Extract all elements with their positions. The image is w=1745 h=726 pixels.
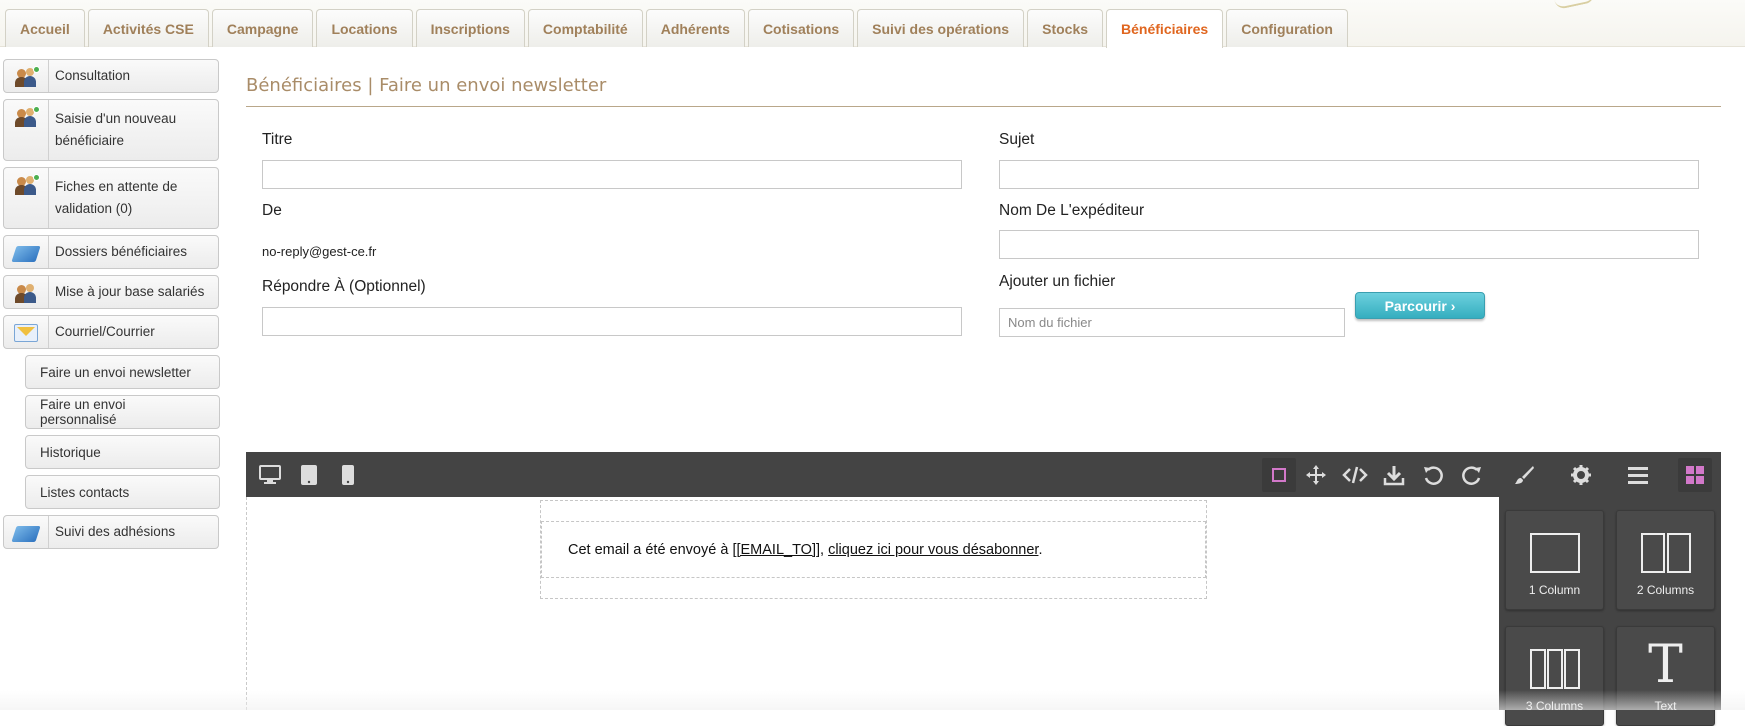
tab-suivi-operations[interactable]: Suivi des opérations: [857, 9, 1025, 47]
block-label: 2 Columns: [1636, 583, 1695, 597]
editor-toolbar: [246, 452, 1721, 497]
text-block-icon: T: [1648, 635, 1683, 695]
main-tabs: Accueil Activités CSE Campagne Locations…: [5, 9, 1351, 48]
header-flourish-decoration: [1554, 0, 1596, 11]
block-2-columns[interactable]: 2 Columns: [1616, 510, 1715, 610]
two-columns-icon: [1641, 533, 1691, 573]
outline-icon[interactable]: [1262, 458, 1296, 492]
mobile-icon[interactable]: [334, 461, 362, 489]
tab-locations[interactable]: Locations: [316, 9, 413, 47]
parcourir-button[interactable]: Parcourir ›: [1355, 292, 1485, 319]
sidebar-item-label: Consultation: [55, 68, 131, 83]
de-value: no-reply@gest-ce.fr: [262, 244, 377, 259]
sidebar-item-courriel[interactable]: Courriel/Courrier: [3, 315, 219, 349]
tab-beneficiaires[interactable]: Bénéficiaires: [1106, 9, 1224, 48]
undo-icon[interactable]: [1419, 461, 1447, 489]
block-label: Text: [1654, 699, 1677, 713]
three-columns-icon: [1530, 649, 1580, 689]
people-icon: [4, 100, 49, 160]
page-title: Bénéficiaires | Faire un envoi newslette…: [246, 75, 607, 96]
sidebar-item-label: Dossiers bénéficiaires: [55, 244, 188, 259]
people-icon: [4, 168, 49, 228]
people-icon: [4, 276, 49, 308]
tab-accueil[interactable]: Accueil: [5, 9, 85, 47]
nom-expediteur-input[interactable]: [999, 230, 1699, 259]
sidebar-item-label: Saisie d'un nouveau bénéficiaire: [55, 111, 177, 148]
sidebar: Consultation Saisie d'un nouveau bénéfic…: [3, 59, 220, 555]
sidebar-subitem-historique[interactable]: Historique: [25, 435, 220, 469]
book-icon: [4, 516, 49, 548]
tab-configuration[interactable]: Configuration: [1226, 9, 1348, 47]
email-footer-section[interactable]: Cet email a été envoyé à [[EMAIL_TO]], c…: [540, 500, 1207, 599]
de-label: De: [262, 202, 282, 219]
book-icon: [4, 236, 49, 268]
email-footer-text-block[interactable]: Cet email a été envoyé à [[EMAIL_TO]], c…: [541, 521, 1206, 578]
blocks-panel: 1 Column 2 Columns 3 Columns T Text: [1499, 497, 1721, 726]
titre-label: Titre: [262, 131, 293, 148]
blocks-icon[interactable]: [1678, 458, 1712, 492]
mail-icon: [4, 316, 49, 348]
sidebar-subitem-envoi-newsletter[interactable]: Faire un envoi newsletter: [25, 355, 220, 389]
sidebar-item-label: Fiches en attente de validation (0): [55, 179, 178, 216]
nom-expediteur-label: Nom De L'expéditeur: [999, 202, 1145, 219]
sidebar-item-mise-a-jour[interactable]: Mise à jour base salariés: [3, 275, 219, 309]
ajouter-fichier-label: Ajouter un fichier: [999, 273, 1116, 290]
sidebar-item-consultation[interactable]: Consultation: [3, 59, 219, 93]
sidebar-item-suivi-adhesions[interactable]: Suivi des adhésions: [3, 515, 219, 549]
tab-campagne[interactable]: Campagne: [211, 9, 314, 47]
brush-icon[interactable]: [1510, 461, 1538, 489]
sidebar-item-label: Suivi des adhésions: [55, 524, 176, 539]
tab-cotisations[interactable]: Cotisations: [747, 9, 855, 47]
sidebar-item-dossiers[interactable]: Dossiers bénéficiaires: [3, 235, 219, 269]
sidebar-item-fiches-attente[interactable]: Fiches en attente de validation (0): [3, 167, 219, 229]
move-icon[interactable]: [1302, 461, 1330, 489]
repondre-input[interactable]: [262, 307, 962, 336]
people-icon: [4, 60, 49, 92]
desktop-icon[interactable]: [256, 461, 284, 489]
title-divider: [246, 106, 1721, 107]
block-label: 1 Column: [1528, 583, 1581, 597]
tab-adherents[interactable]: Adhérents: [645, 9, 745, 47]
redo-icon[interactable]: [1458, 461, 1486, 489]
tab-stocks[interactable]: Stocks: [1027, 9, 1104, 47]
fichier-name-input[interactable]: [999, 308, 1345, 337]
footer-separator: ,: [820, 542, 829, 558]
block-3-columns[interactable]: 3 Columns: [1505, 626, 1604, 726]
sidebar-item-nouveau-beneficiaire[interactable]: Saisie d'un nouveau bénéficiaire: [3, 99, 219, 161]
one-column-icon: [1530, 533, 1580, 573]
top-navigation-bar: Accueil Activités CSE Campagne Locations…: [0, 0, 1745, 48]
unsubscribe-link[interactable]: cliquez ici pour vous désabonner: [828, 542, 1038, 558]
tab-inscriptions[interactable]: Inscriptions: [415, 9, 525, 47]
footer-email-tag[interactable]: [[EMAIL_TO]]: [732, 542, 820, 558]
sidebar-subitem-envoi-personnalise[interactable]: Faire un envoi personnalisé: [25, 395, 220, 429]
block-text[interactable]: T Text: [1616, 626, 1715, 726]
layers-icon[interactable]: [1624, 461, 1652, 489]
block-1-column[interactable]: 1 Column: [1505, 510, 1604, 610]
gear-icon[interactable]: [1567, 461, 1595, 489]
download-icon[interactable]: [1380, 461, 1408, 489]
sidebar-item-label: Mise à jour base salariés: [55, 284, 205, 299]
repondre-label: Répondre À (Optionnel): [262, 278, 426, 295]
sidebar-subitem-listes-contacts[interactable]: Listes contacts: [25, 475, 220, 509]
footer-end: .: [1038, 542, 1043, 558]
sujet-label: Sujet: [999, 131, 1035, 148]
tablet-icon[interactable]: [295, 461, 323, 489]
tab-comptabilite[interactable]: Comptabilité: [527, 9, 643, 47]
footer-text: Cet email a été envoyé à: [568, 542, 733, 558]
code-icon[interactable]: [1341, 461, 1369, 489]
sujet-input[interactable]: [999, 160, 1699, 189]
block-label: 3 Columns: [1525, 699, 1584, 713]
sidebar-item-label: Courriel/Courrier: [55, 324, 155, 339]
titre-input[interactable]: [262, 160, 962, 189]
tab-activites-cse[interactable]: Activités CSE: [87, 9, 209, 47]
